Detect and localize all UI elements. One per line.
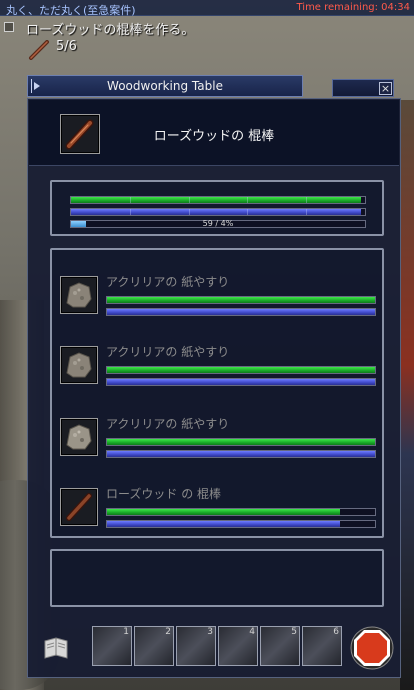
material-progress-green [106, 508, 376, 516]
product-name: ローズウッドの 棍棒 [153, 129, 275, 144]
window-titlebar[interactable]: Woodworking Table [27, 75, 303, 97]
progress-bar-green [70, 196, 366, 204]
club-icon [29, 40, 49, 60]
material-progress-green [106, 366, 376, 374]
slot-number: 3 [207, 627, 213, 637]
tool-slot-1[interactable]: 1 [92, 626, 132, 666]
sandpaper-icon [60, 276, 98, 314]
material-row[interactable]: アクリリアの 紙やすり [60, 275, 378, 320]
time-remaining: Time remaining: 04:34 [296, 2, 410, 13]
tool-slot-6[interactable]: 6 [302, 626, 342, 666]
tracker-checkbox[interactable] [4, 22, 14, 32]
sandpaper-icon [60, 346, 98, 384]
material-row[interactable]: アクリリアの 紙やすり [60, 345, 378, 390]
slot-number: 1 [123, 627, 129, 637]
material-progress-blue [106, 520, 376, 528]
material-progress-blue [106, 450, 376, 458]
tracker-objective: ローズウッドの棍棒を作る。 [26, 23, 195, 38]
material-name: アクリリアの 紙やすり [106, 345, 230, 359]
materials-panel: アクリリアの 紙やすり アクリリアの 紙やすり アクリリアの 紙やすり ローズウ… [50, 248, 384, 538]
material-progress-green [106, 438, 376, 446]
window-title: Woodworking Table [107, 79, 223, 93]
tool-slot-4[interactable]: 4 [218, 626, 258, 666]
progress-bar-blue [70, 208, 366, 216]
quest-name[interactable]: 丸く、ただ丸く(至急案件) [6, 2, 136, 18]
stop-octagon-icon[interactable] [350, 626, 394, 670]
material-row[interactable]: アクリリアの 紙やすり [60, 417, 378, 462]
tool-slot-5[interactable]: 5 [260, 626, 300, 666]
message-panel [50, 549, 384, 607]
material-name: ローズウッド の 棍棒 [106, 487, 222, 501]
close-button[interactable]: × [379, 82, 392, 95]
progress-percent-text: 59 / 4% [202, 219, 234, 228]
tool-slot-2[interactable]: 2 [134, 626, 174, 666]
material-name: アクリリアの 紙やすり [106, 417, 230, 431]
material-row[interactable]: ローズウッド の 棍棒 [60, 487, 378, 532]
slot-number: 4 [249, 627, 255, 637]
material-name: アクリリアの 紙やすり [106, 275, 230, 289]
slot-number: 5 [291, 627, 297, 637]
material-progress-green [106, 296, 376, 304]
quest-timer-bar: 丸く、ただ丸く(至急案件) Time remaining: 04:34 [0, 0, 414, 18]
recipe-book-icon[interactable] [42, 634, 70, 662]
slot-number: 2 [165, 627, 171, 637]
tracker-count: 5/6 [56, 39, 77, 54]
material-progress-blue [106, 308, 376, 316]
crafting-progress-panel: 59 / 4% [50, 180, 384, 236]
tool-slot-3[interactable]: 3 [176, 626, 216, 666]
progress-bar-percent: 59 / 4% [70, 219, 366, 228]
sandpaper-icon [60, 418, 98, 456]
product-header: ローズウッドの 棍棒 [29, 100, 399, 166]
slot-number: 6 [333, 627, 339, 637]
rosewood-club-icon [60, 488, 98, 526]
material-progress-blue [106, 378, 376, 386]
